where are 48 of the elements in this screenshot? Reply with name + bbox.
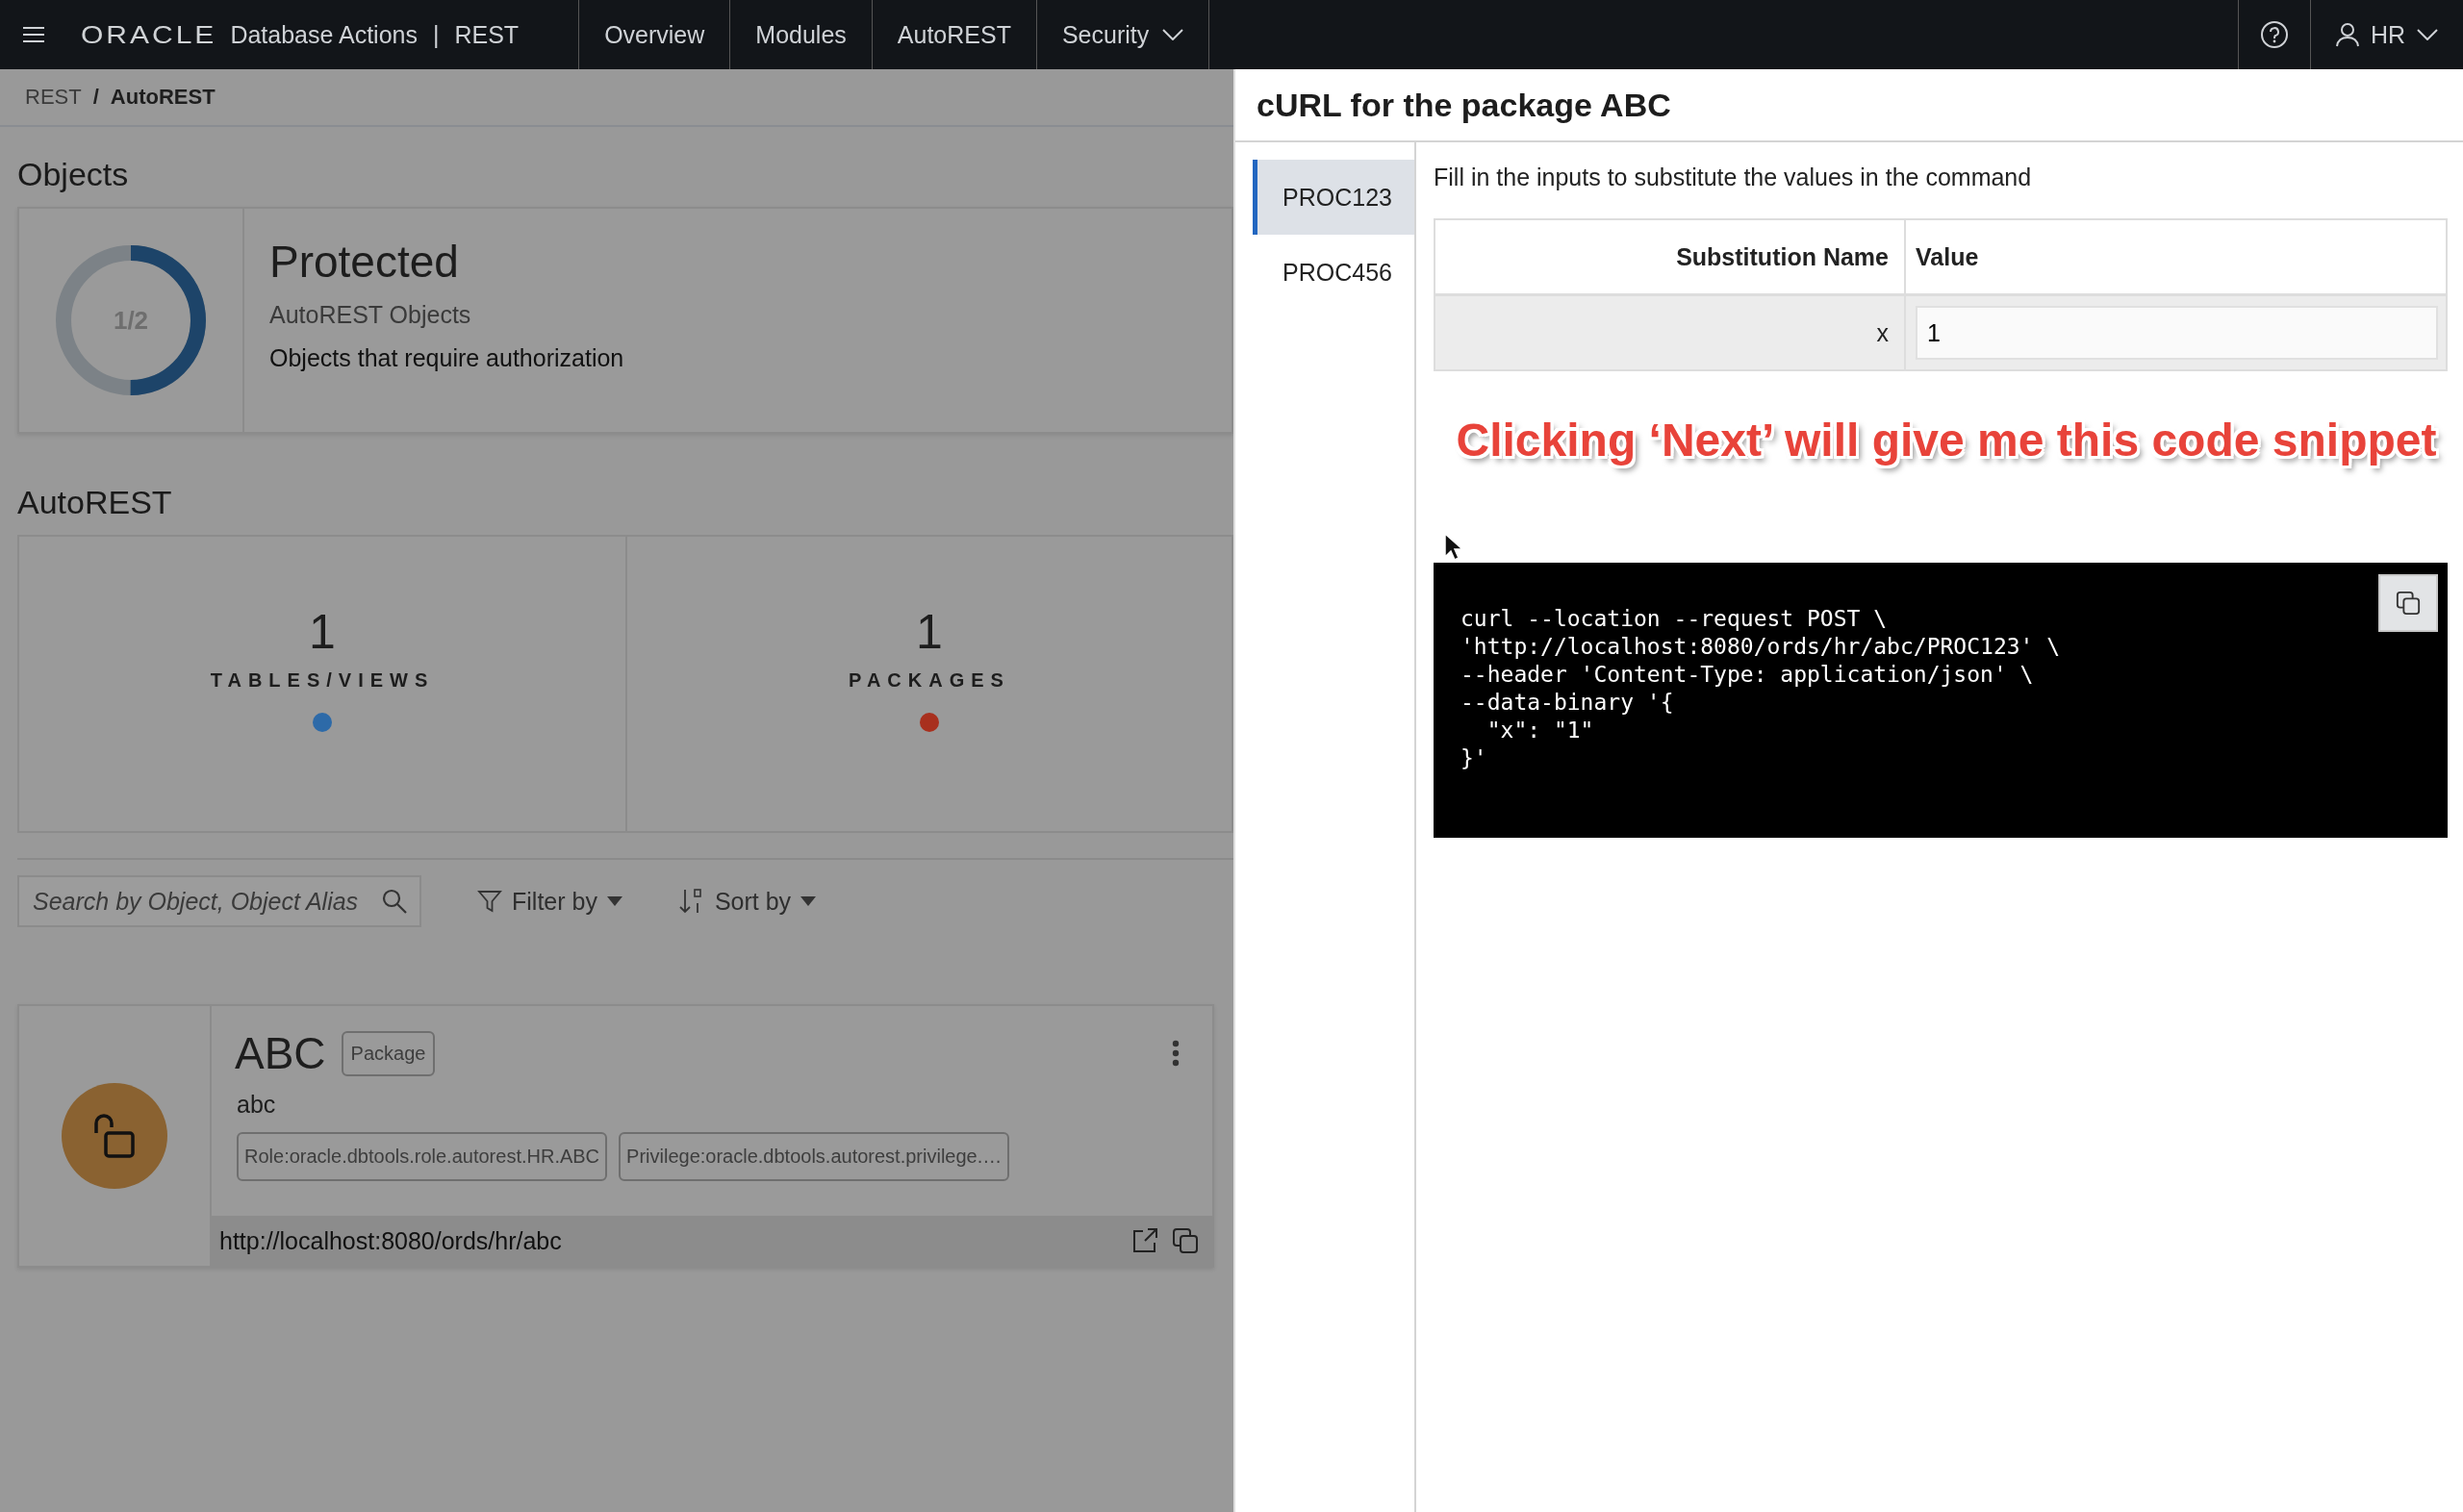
chevron-down-icon	[1162, 29, 1184, 40]
filter-icon	[477, 889, 502, 914]
endpoint-url: http://localhost:8080/ords/hr/abc	[219, 1226, 562, 1255]
count-label: TABLES/VIEWS	[210, 669, 435, 692]
chevron-down-icon	[2417, 29, 2438, 40]
privilege-tag: Privilege:oracle.dbtools.autorest.privilege.…	[619, 1132, 1010, 1181]
section-heading: Objects	[17, 156, 130, 193]
copy-button[interactable]	[2378, 574, 2438, 632]
procedure-tab[interactable]: PROC456	[1253, 235, 1414, 310]
breadcrumb-link[interactable]: REST	[25, 85, 82, 110]
unlocked-padlock-icon	[92, 1112, 137, 1160]
search-icon	[381, 888, 408, 915]
help-icon	[2259, 20, 2289, 49]
summary-title: Protected	[269, 236, 460, 288]
panel-title: cURL for the package ABC	[1235, 69, 2463, 142]
annotation-text: Clicking ‘Next’ will give me this code snippet	[1455, 414, 2438, 466]
object-name: ABC	[235, 1027, 326, 1079]
caret-icon	[606, 896, 622, 906]
section-title: REST	[454, 20, 520, 49]
app-title: Database Actions	[230, 20, 418, 49]
external-link-icon[interactable]	[1131, 1227, 1158, 1254]
summary-description: Objects that require authorization	[269, 344, 624, 372]
count-tile[interactable]: 1 PACKAGES	[625, 537, 1232, 831]
type-tag: Package	[341, 1030, 436, 1076]
count-value: 1	[916, 604, 943, 660]
brand-logo: ORACLE	[81, 20, 217, 49]
privilege-tag: Role:oracle.dbtools.role.autorest.HR.ABC	[237, 1132, 608, 1181]
sort-button[interactable]: Sort by	[677, 887, 817, 916]
title-separator: |	[432, 20, 440, 49]
count-value: 1	[309, 604, 336, 660]
value-input[interactable]: 1	[1916, 306, 2438, 360]
curl-command: curl --location --request POST \ 'http://localhost:8080/ords/hr/abc/PROC123' \ --header 'Content-Type: application/json' \ --data-binary '{ "x": "1" }'	[1460, 605, 2062, 772]
procedure-tab[interactable]: PROC123	[1253, 160, 1414, 235]
breadcrumb-separator: /	[92, 85, 99, 110]
user-icon	[2335, 22, 2359, 47]
summary-subtitle: AutoREST Objects	[269, 301, 472, 329]
filter-button[interactable]: Filter by	[477, 887, 622, 916]
breadcrumb-link[interactable]: AutoREST	[110, 85, 216, 110]
search-field[interactable]: Search by Object, Object Alias	[17, 875, 421, 927]
instruction-text: Fill in the inputs to substitute the values in the command	[1434, 164, 2033, 191]
copy-icon[interactable]	[1172, 1227, 1199, 1254]
section-heading: AutoREST	[17, 484, 173, 521]
copy-icon	[2396, 591, 2421, 616]
count-tile[interactable]: 1 TABLES/VIEWS	[19, 537, 625, 831]
count-label: PACKAGES	[849, 669, 1010, 692]
caret-icon	[800, 896, 817, 906]
table-cell: x	[1435, 294, 1905, 370]
object-alias: abc	[236, 1090, 277, 1119]
